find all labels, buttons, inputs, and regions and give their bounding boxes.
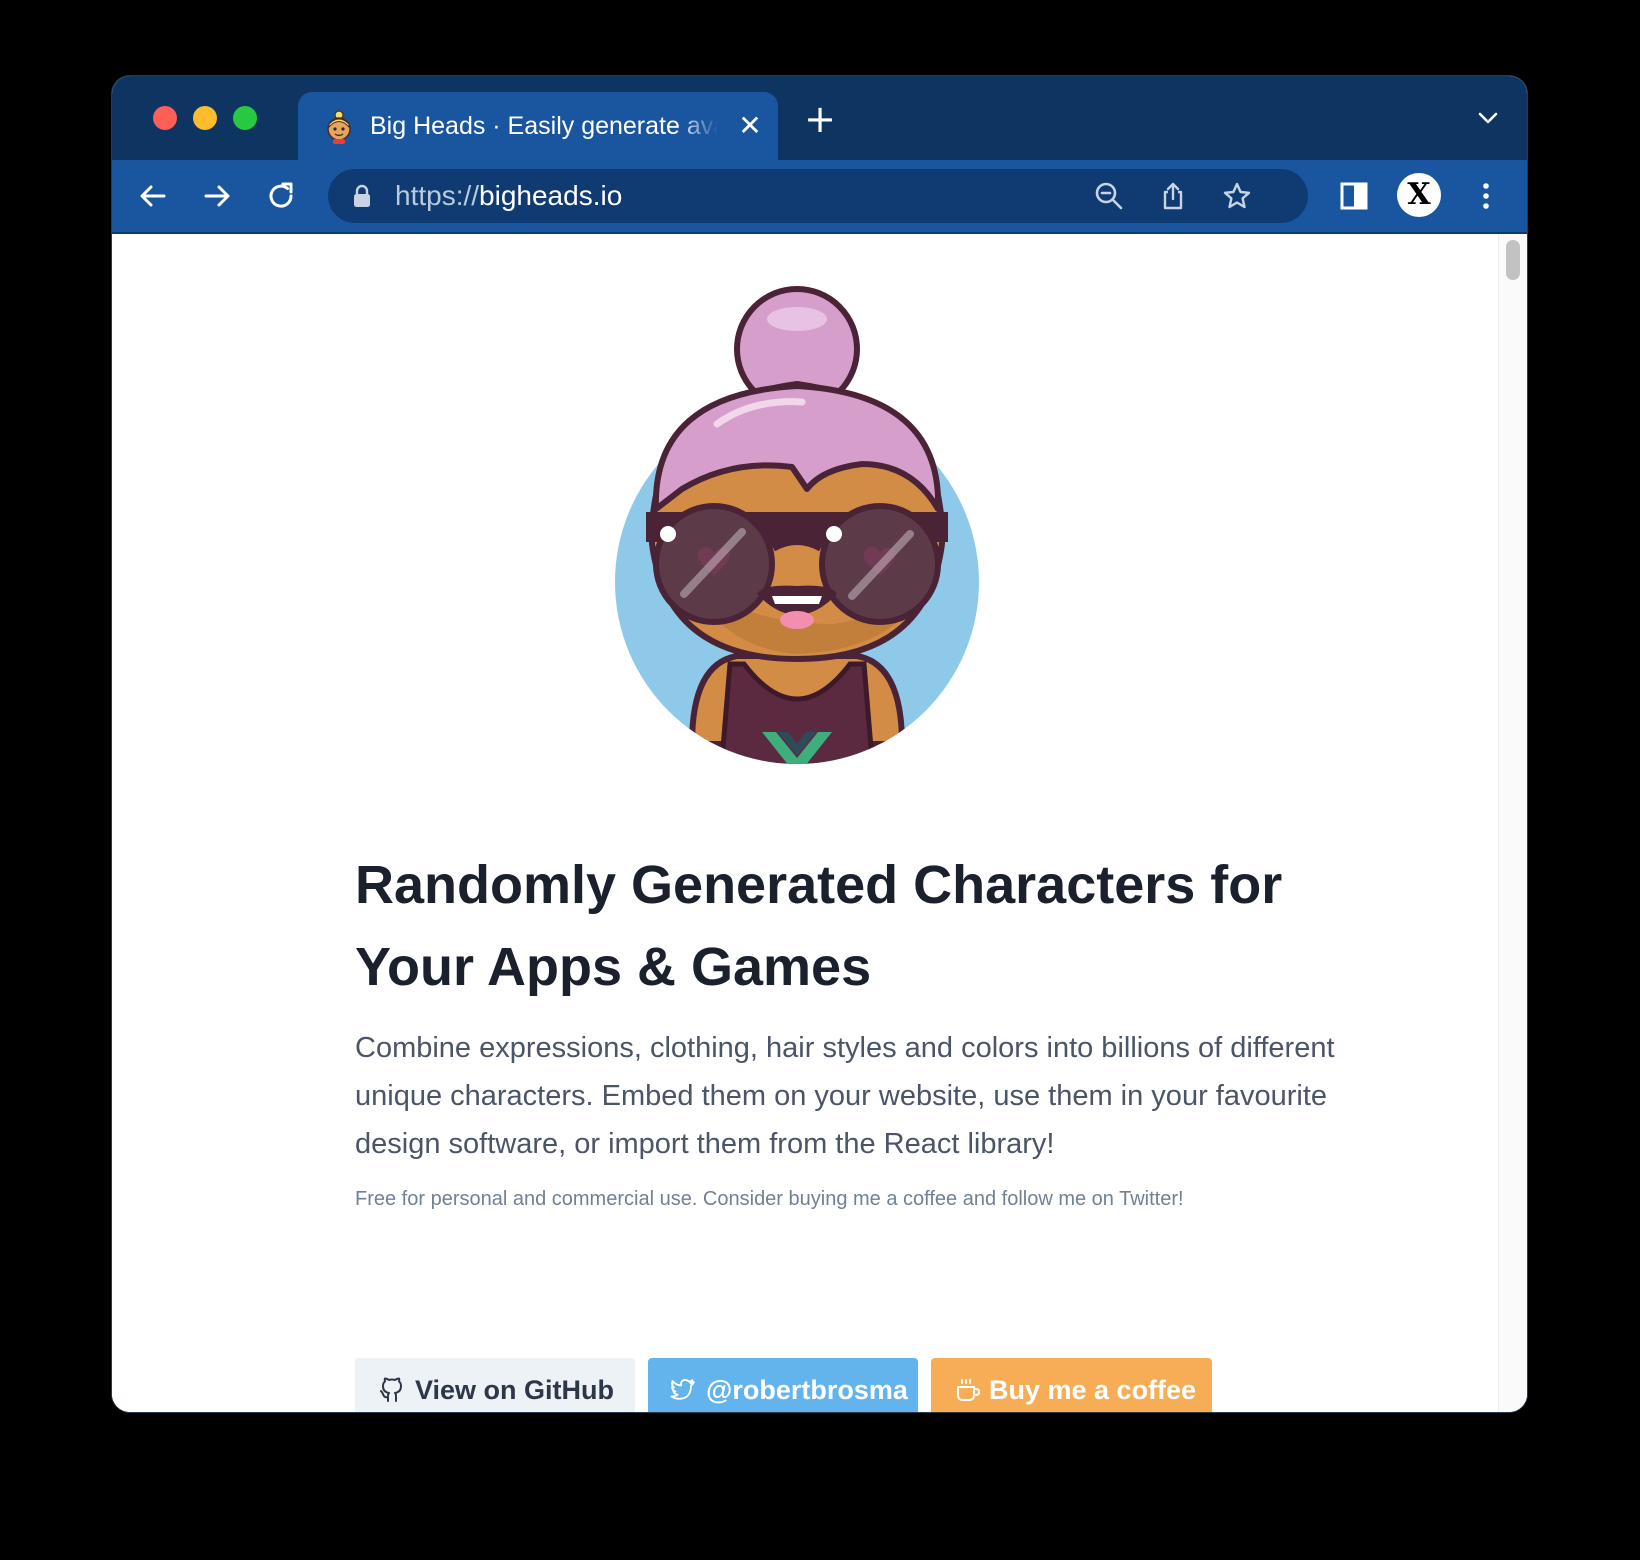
twitter-button[interactable]: @robertbrosma bbox=[648, 1358, 918, 1412]
address-bar[interactable]: https://bigheads.io bbox=[328, 169, 1308, 223]
vertical-scrollbar[interactable] bbox=[1498, 234, 1527, 1412]
browser-tab[interactable]: Big Heads · Easily generate avatars ✕ bbox=[298, 92, 778, 160]
buy-me-a-coffee-button[interactable]: Buy me a coffee bbox=[931, 1358, 1212, 1412]
side-panel-icon[interactable] bbox=[1337, 179, 1371, 213]
close-tab-icon[interactable]: ✕ bbox=[736, 112, 764, 140]
bookmark-star-icon[interactable] bbox=[1222, 181, 1252, 211]
profile-avatar[interactable]: X bbox=[1397, 173, 1441, 217]
big-heads-favicon-icon bbox=[327, 110, 351, 144]
close-window-button[interactable] bbox=[153, 106, 177, 130]
back-arrow-icon[interactable] bbox=[136, 179, 170, 213]
twitter-button-label: @robertbrosma bbox=[706, 1375, 908, 1405]
github-button-label: View on GitHub bbox=[415, 1375, 615, 1405]
more-menu-icon[interactable] bbox=[1469, 179, 1503, 213]
share-icon[interactable] bbox=[1158, 181, 1188, 211]
lock-icon bbox=[354, 184, 370, 207]
coffee-button-label: Buy me a coffee bbox=[989, 1375, 1197, 1405]
twitter-icon bbox=[670, 1379, 695, 1400]
github-icon bbox=[380, 1377, 402, 1402]
browser-toolbar: https://bigheads.io X bbox=[112, 160, 1527, 234]
page-content: Randomly Generated Characters for Your A… bbox=[112, 234, 1527, 1412]
browser-window: Big Heads · Easily generate avatars ✕ + … bbox=[112, 76, 1527, 1412]
scrollbar-thumb[interactable] bbox=[1506, 240, 1520, 280]
coffee-icon bbox=[957, 1379, 981, 1401]
view-on-github-button[interactable]: View on GitHub bbox=[355, 1358, 635, 1412]
maximize-window-button[interactable] bbox=[233, 106, 257, 130]
new-tab-icon[interactable]: + bbox=[804, 100, 836, 138]
reload-icon[interactable] bbox=[264, 179, 298, 213]
forward-arrow-icon[interactable] bbox=[200, 179, 234, 213]
tab-title: Big Heads · Easily generate avatars bbox=[370, 112, 718, 140]
big-head-avatar-illustration bbox=[615, 286, 979, 764]
title-bar: Big Heads · Easily generate avatars ✕ + bbox=[112, 76, 1527, 160]
zoom-icon[interactable] bbox=[1094, 181, 1124, 211]
lead-paragraph: Combine expressions, clothing, hair styl… bbox=[355, 1032, 1335, 1160]
chevron-down-icon[interactable] bbox=[1477, 110, 1499, 126]
minimize-window-button[interactable] bbox=[193, 106, 217, 130]
fine-print: Free for personal and commercial use. Co… bbox=[355, 1188, 1184, 1210]
page-headline: Randomly Generated Characters for Your A… bbox=[355, 855, 1283, 997]
url-text: https://bigheads.io bbox=[395, 180, 623, 211]
